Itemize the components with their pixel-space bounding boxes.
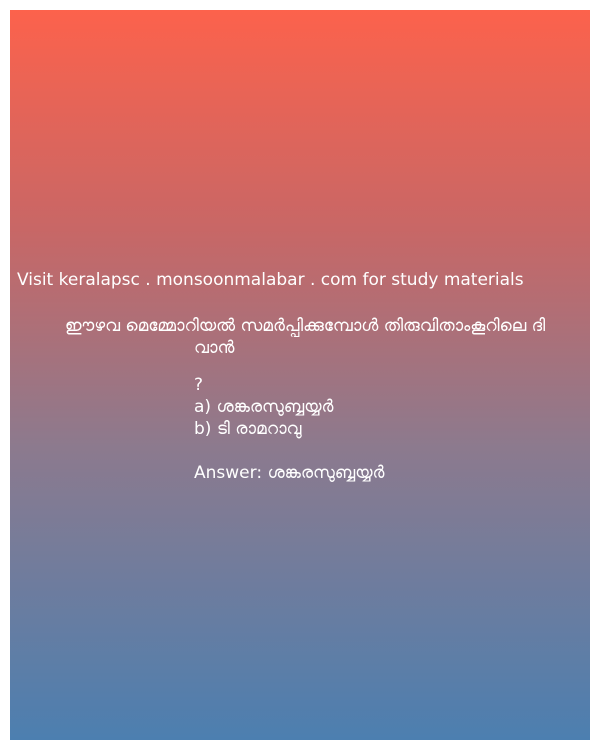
question-card: Visit keralapsc . monsoonmalabar . com f…	[10, 10, 590, 740]
option-a: a) ശങ്കരസുബ്ബയ്യർ	[194, 397, 334, 417]
option-b: b) ടി രാമറാവു	[194, 419, 302, 439]
question-mark: ?	[194, 375, 204, 395]
answer-text: Answer: ശങ്കരസുബ്ബയ്യർ	[194, 463, 385, 483]
question-line-1: ഈഴവ മെമ്മോറിയൽ സമർപ്പിക്കുമ്പോൾ തിരുവിതാ…	[64, 316, 546, 336]
question-text: ഈഴവ മെമ്മോറിയൽ സമർപ്പിക്കുമ്പോൾ തിരുവിതാ…	[24, 315, 586, 359]
site-promo-text: Visit keralapsc . monsoonmalabar . com f…	[17, 270, 524, 290]
question-line-2: വാൻ	[194, 338, 235, 358]
